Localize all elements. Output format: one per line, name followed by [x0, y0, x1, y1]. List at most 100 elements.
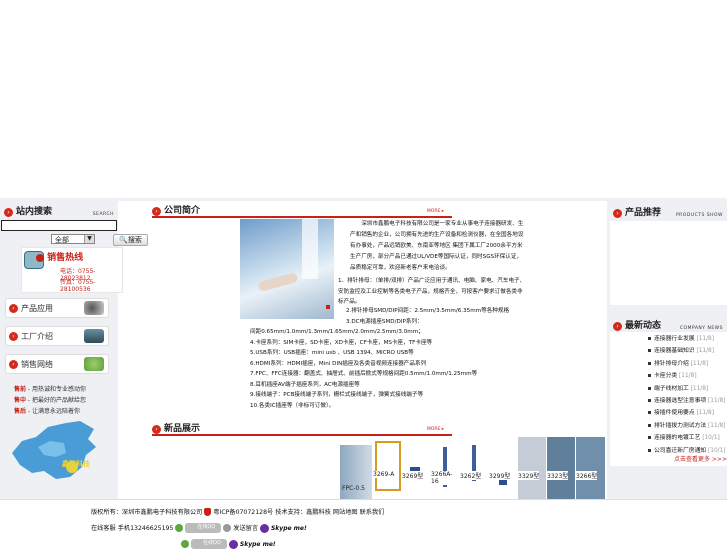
search-button[interactable]: 🔍搜索	[113, 234, 148, 246]
product-item[interactable]: 3323型	[547, 437, 575, 499]
footer: 版权所有：深圳市鑫鹏电子科技有限公司 粤ICP备07072128号 技术支持：鑫…	[0, 499, 727, 549]
search-button-label: 搜索	[127, 236, 142, 244]
menu-item-product-application[interactable]: › 产品应用	[5, 298, 109, 318]
news-title-text: 连接器选型注意事项	[654, 398, 707, 405]
more-label: MORE	[426, 427, 441, 432]
news-date: [10/1]	[702, 435, 720, 442]
news-item[interactable]: 排针排母介绍 [11/8]	[648, 358, 726, 370]
news-item[interactable]: 连接器基础知识 [11/8]	[648, 345, 726, 357]
menu-label: 产品应用	[21, 303, 53, 313]
skype-icon	[228, 539, 238, 549]
bullet-icon: ›	[152, 207, 161, 216]
blank-banner-area	[0, 0, 727, 195]
product-line: 1．排针排母：（单排/双排）产品广泛应用于通讯、电脑、家电、汽车电子、安防监控及…	[338, 278, 526, 305]
news-date: [11/8]	[690, 385, 709, 392]
factory-thumb-icon	[84, 329, 104, 343]
bullet-icon	[648, 337, 651, 340]
news-item[interactable]: 连接器选型注意事项 [11/8]	[648, 395, 726, 407]
photo-pillar	[302, 219, 318, 279]
product-item[interactable]: 3266型	[576, 437, 605, 499]
map-label: 鑫鹏科技	[62, 460, 90, 468]
menu-item-sales-network[interactable]: › 销售网络	[5, 354, 109, 374]
product-line: 3.DC电源插座SMD/DIP系列：	[346, 318, 423, 325]
product-item[interactable]: FPC-0.5	[340, 445, 372, 499]
product-image	[375, 441, 401, 491]
news-item[interactable]: 连接器行业发展 [11/8]	[648, 333, 726, 345]
promo-line: 售中 - 把最好的产品献给您	[14, 395, 86, 406]
product-carousel[interactable]: FPC-0.5 3269-A 3269型 3266A-16 3262型 3299…	[340, 437, 605, 499]
news-date: [11/8]	[708, 398, 726, 405]
news-title-text: 卡座分类	[654, 373, 678, 380]
bullet-icon	[648, 349, 651, 353]
product-line: 间距0.65mm/1.0mm/1.3mm/1.65mm/2.0mm/2.5mm/…	[250, 329, 424, 335]
product-line: 7.FPC、FFC连接器：翻盖式、抽屉式、前插后掀式等规格间距0.5mm/1.0…	[250, 371, 478, 377]
news-title-text: 端子线材加工	[654, 385, 689, 392]
service-promo: 售前 - 用热诚和专业感动你 售中 - 把最好的产品献给您 售后 - 让满意永远…	[14, 384, 86, 417]
news-title-text: 公司喜迁新厂房通知	[654, 447, 707, 454]
news-title-text: 接插件使用要点	[654, 410, 695, 417]
icp-link[interactable]: 粤ICP备07072128号	[213, 509, 273, 516]
promo-key: 售后	[14, 408, 27, 415]
skype-icon	[260, 523, 269, 533]
product-item[interactable]: 3299型	[489, 437, 517, 499]
service-phone: 在线客服 手机13246625195	[91, 525, 174, 532]
news-item[interactable]: 端子线材加工 [11/8]	[648, 383, 726, 395]
product-line: 8.耳机插座AV端子插座系列，AC电源插座等	[250, 381, 360, 388]
bullet-icon	[648, 399, 651, 403]
menu-item-factory[interactable]: › 工厂介绍	[5, 326, 109, 346]
skype-link[interactable]: Skype me!	[271, 525, 307, 532]
product-label: 3269-A	[373, 471, 395, 478]
products-more-link[interactable]: MORE ▸	[427, 427, 444, 432]
news-panel: 连接器行业发展 [11/8] 连接器基础知识 [11/8] 排针排母介绍 [11…	[610, 332, 727, 466]
bullet-icon: ›	[613, 322, 622, 331]
promo-value: - 用热诚和专业感动你	[26, 386, 86, 393]
bullet-icon: ›	[152, 425, 161, 434]
news-date: [11/8]	[696, 336, 714, 342]
product-item[interactable]: 3269-A	[373, 437, 401, 499]
qq-online-button[interactable]: 在线QQ	[185, 523, 222, 533]
qq-label: 在线QQ	[202, 540, 221, 546]
intro-title: 公司简介	[164, 206, 201, 216]
recommend-en-label: PRODUCTS SHOW	[675, 213, 723, 218]
news-title-text: 连接器基础知识	[654, 348, 695, 355]
news-item[interactable]: 接插件使用要点 [11/8]	[648, 407, 726, 419]
news-en-label: COMPANY NEWS	[679, 326, 723, 331]
shield-icon	[204, 508, 212, 516]
product-line: 6.HDMI系列：HDMI插座，Mini DIN插座及各类音视频连接器产品系列	[250, 360, 427, 367]
qq-online-button-2[interactable]: 在线QQ	[190, 539, 227, 549]
sitemap-link[interactable]: 网站地图	[333, 509, 358, 516]
leave-message-link[interactable]: 发送留言	[233, 525, 258, 532]
china-map-image	[12, 421, 96, 479]
news-date: [11/8]	[696, 410, 714, 417]
user-icon	[175, 524, 184, 532]
hotline-title-text: 销售热线	[47, 253, 84, 263]
intro-more-link[interactable]: MORE ▸	[427, 209, 444, 214]
recommend-title: 产品推荐	[625, 208, 662, 218]
product-item[interactable]: 3269型	[402, 437, 430, 499]
select-value: 全部	[55, 236, 69, 244]
news-item[interactable]: 排针插拔力测试方法 [11/8]	[648, 420, 726, 432]
product-label: 3323型	[547, 471, 569, 480]
search-scope-select[interactable]: 全部 ▼	[51, 234, 95, 244]
search-input[interactable]	[1, 220, 117, 231]
product-line-list: 1．排针排母：（单排/双排）产品广泛应用于通讯、电脑、家电、汽车电子、安防监控及…	[338, 276, 526, 308]
more-news-link[interactable]: 点击查看更多 >>>	[674, 454, 727, 463]
promo-value: - 让满意永远陪着你	[26, 408, 80, 415]
bullet-icon	[648, 436, 651, 440]
menu-label: 工厂介绍	[21, 331, 53, 341]
bullet-icon	[648, 374, 651, 378]
product-item[interactable]: 3262型	[460, 437, 488, 499]
products-section-header: › 新品展示 MORE ▸	[152, 421, 452, 436]
recommend-panel	[610, 221, 727, 305]
news-item[interactable]: 卡座分类 [11/8]	[648, 370, 726, 382]
news-item[interactable]: 连接器的电镀工艺 [10/1]	[648, 432, 726, 444]
bullet-icon: ›	[613, 209, 622, 218]
contact-link[interactable]: 联系我们	[360, 509, 385, 516]
news-date: [10/1]	[708, 447, 726, 454]
news-title-text: 连接器行业发展	[654, 336, 695, 342]
product-item[interactable]: 3266A-16	[431, 437, 459, 499]
promo-line: 售后 - 让满意永远陪着你	[14, 406, 86, 417]
product-line: 4.卡座系列：SIM卡座，SD卡座，XD卡座，CF卡座，MS卡座，TF卡座等	[250, 339, 433, 346]
hotline-box: 销售热线 电话：0755-28023812 传真：0755-28100536	[21, 247, 123, 293]
product-item[interactable]: 3329型	[518, 437, 546, 499]
